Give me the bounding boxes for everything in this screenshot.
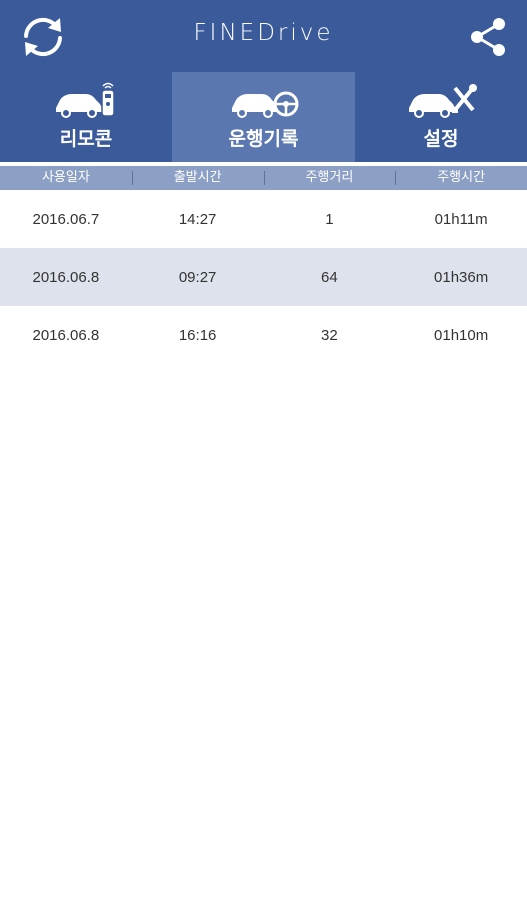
table-row[interactable]: 2016.06.8 16:16 32 01h10m: [0, 306, 527, 364]
tab-bar: 리모콘 운행기록 설정: [0, 72, 527, 162]
column-header[interactable]: 주행거리: [263, 166, 396, 190]
date-cell: 2016.06.8: [32, 268, 100, 286]
table-row[interactable]: 2016.06.8 09:27 64 01h36m: [0, 248, 527, 306]
column-header[interactable]: 사용일자: [0, 166, 132, 190]
car-remote-icon: [56, 82, 115, 118]
departure-time-cell: 16:16: [178, 326, 217, 344]
duration-cell: 01h11m: [434, 210, 488, 228]
tab-remote[interactable]: 리모콘: [0, 72, 172, 162]
duration-cell: 01h10m: [434, 326, 489, 344]
driving-log-table: 2016.06.7 14:27 1 01h11m 2016.06.8 09:27…: [0, 190, 527, 364]
app-header: FINEDrive 리모콘 운행기록 설정: [0, 0, 527, 162]
distance-cell: 32: [321, 326, 338, 344]
date-cell: 2016.06.7: [32, 210, 100, 228]
top-bar: FINEDrive: [0, 0, 527, 72]
tab-driving-log[interactable]: 운행기록: [172, 72, 355, 162]
tab-settings[interactable]: 설정: [355, 72, 527, 162]
table-row[interactable]: 2016.06.7 14:27 1 01h11m: [0, 190, 527, 248]
column-header[interactable]: 출발시간: [131, 166, 264, 190]
tab-label: 리모콘: [59, 128, 113, 150]
date-cell: 2016.06.8: [32, 326, 100, 344]
departure-time-cell: 09:27: [178, 268, 217, 286]
share-button[interactable]: [467, 14, 509, 60]
column-header[interactable]: 주행시간: [395, 166, 527, 190]
distance-cell: 64: [321, 268, 338, 286]
departure-time-cell: 14:27: [178, 210, 217, 228]
tab-label: 운행기록: [228, 128, 299, 150]
duration-cell: 01h36m: [434, 268, 489, 286]
table-header: 사용일자 출발시간 주행거리 주행시간: [0, 166, 527, 190]
app-logo: FINEDrive: [193, 20, 334, 46]
car-steering-wheel-icon: [231, 91, 298, 118]
tab-label: 설정: [423, 128, 459, 150]
distance-cell: 1: [325, 210, 334, 228]
share-icon: [471, 18, 505, 56]
car-tools-icon: [409, 84, 477, 118]
